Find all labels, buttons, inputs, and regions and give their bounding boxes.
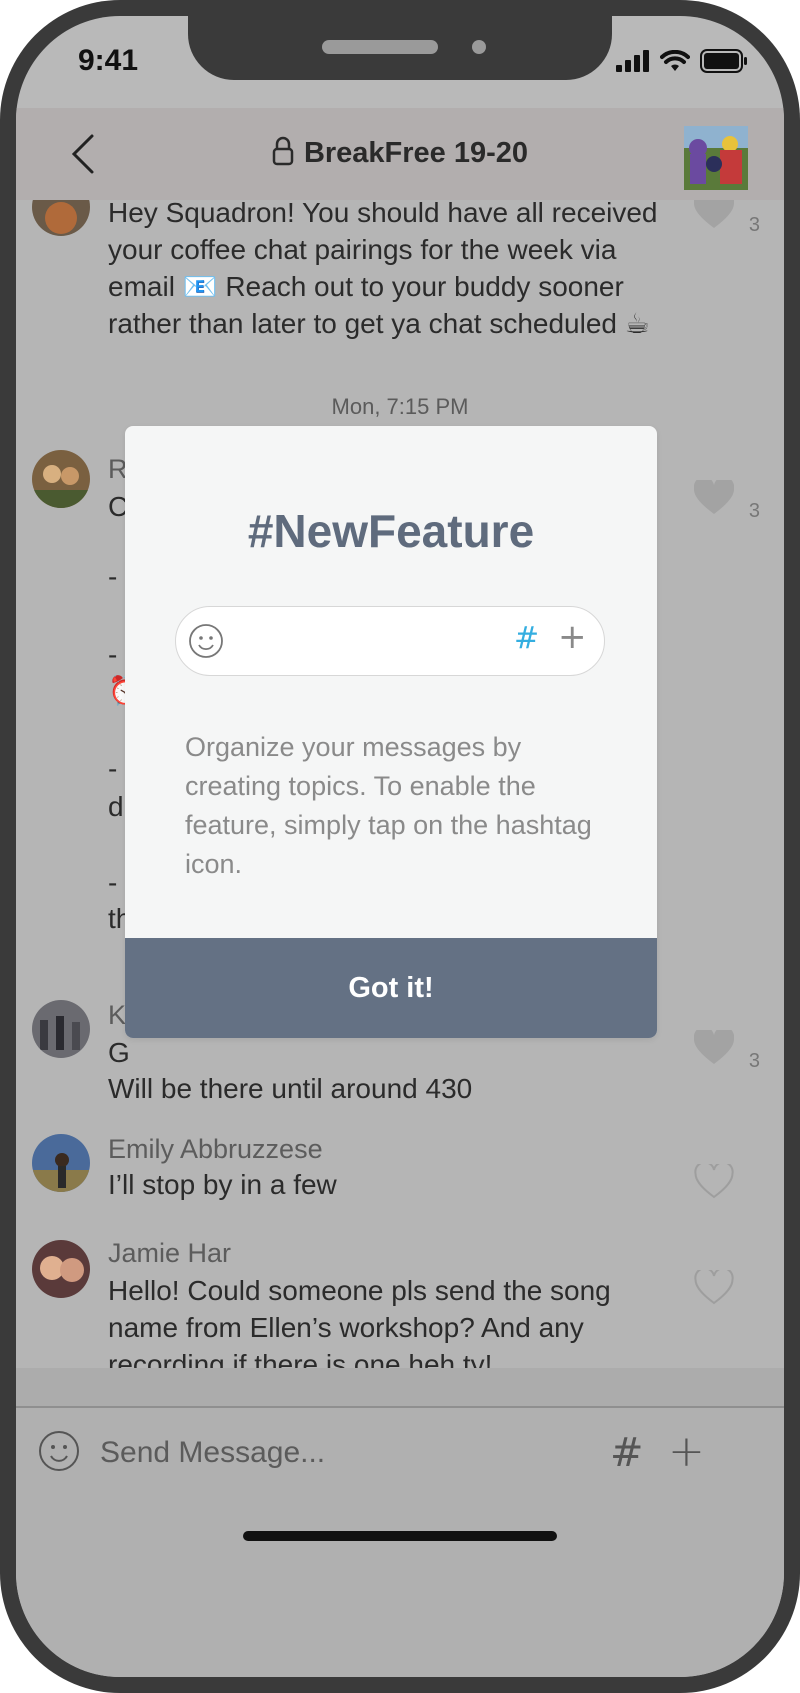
heart-outline-icon[interactable] xyxy=(694,1164,734,1200)
phone-frame: 9:41 BreakFree 19-20 Hey Squadron! You s… xyxy=(0,0,800,1693)
like-count: 3 xyxy=(748,1050,760,1072)
avatar xyxy=(32,450,90,508)
chat-title: BreakFree 19-20 xyxy=(16,136,784,170)
chat-title-text: BreakFree 19-20 xyxy=(303,137,529,169)
notch xyxy=(188,16,612,80)
got-it-button[interactable]: Got it! xyxy=(125,938,657,1038)
cellular-signal-icon xyxy=(616,50,649,72)
heart-filled-icon[interactable] xyxy=(694,1030,734,1066)
message-text: Hey Squadron! You should have all receiv… xyxy=(108,197,658,339)
message-text: Hello! Could someone pls send the song n… xyxy=(108,1275,611,1380)
modal-title: #NewFeature xyxy=(247,505,535,557)
heart-outline-icon[interactable] xyxy=(694,1270,734,1306)
timestamp: Mon, 7:15 PM xyxy=(331,394,469,419)
message-text: G xyxy=(108,1037,130,1068)
wifi-icon xyxy=(660,50,690,71)
modal-description: Organize your messages by creating topic… xyxy=(185,732,592,879)
sender-name: Emily Abbruzzese xyxy=(108,1134,323,1164)
example-input-bar: # + xyxy=(175,606,605,676)
avatar xyxy=(32,1134,90,1192)
avatar xyxy=(32,1000,90,1058)
message-text: Will be there until around 430 xyxy=(108,1073,473,1104)
status-time: 9:41 xyxy=(78,44,139,77)
hashtag-icon: # xyxy=(514,621,540,656)
feature-modal: #NewFeature # + Organize your messages b… xyxy=(125,426,657,1038)
speaker xyxy=(322,40,438,54)
composer-spacer xyxy=(16,1368,784,1408)
like-count: 3 xyxy=(748,214,760,236)
nav-bar: BreakFree 19-20 xyxy=(16,108,784,200)
group-avatar[interactable] xyxy=(684,126,748,190)
battery-icon xyxy=(700,49,747,73)
heart-filled-icon[interactable] xyxy=(694,480,734,516)
home-indicator xyxy=(243,1531,557,1541)
camera xyxy=(472,40,486,54)
emoji-icon[interactable] xyxy=(38,1430,80,1472)
message-composer: Send Message... # + xyxy=(16,1406,784,1677)
message-input[interactable]: Send Message... xyxy=(100,1436,325,1470)
hashtag-icon[interactable]: # xyxy=(610,1430,644,1476)
emoji-icon xyxy=(189,624,223,658)
message-text: I’ll stop by in a few xyxy=(108,1169,337,1200)
plus-icon: + xyxy=(558,617,587,657)
plus-icon[interactable]: + xyxy=(668,1426,705,1477)
status-icons xyxy=(616,46,748,76)
screen: 9:41 BreakFree 19-20 Hey Squadron! You s… xyxy=(16,16,784,1677)
like-count: 3 xyxy=(748,500,760,522)
lock-icon xyxy=(272,136,294,166)
sender-name: Jamie Har xyxy=(108,1238,232,1268)
avatar xyxy=(32,1240,90,1298)
group-photo xyxy=(684,126,748,190)
